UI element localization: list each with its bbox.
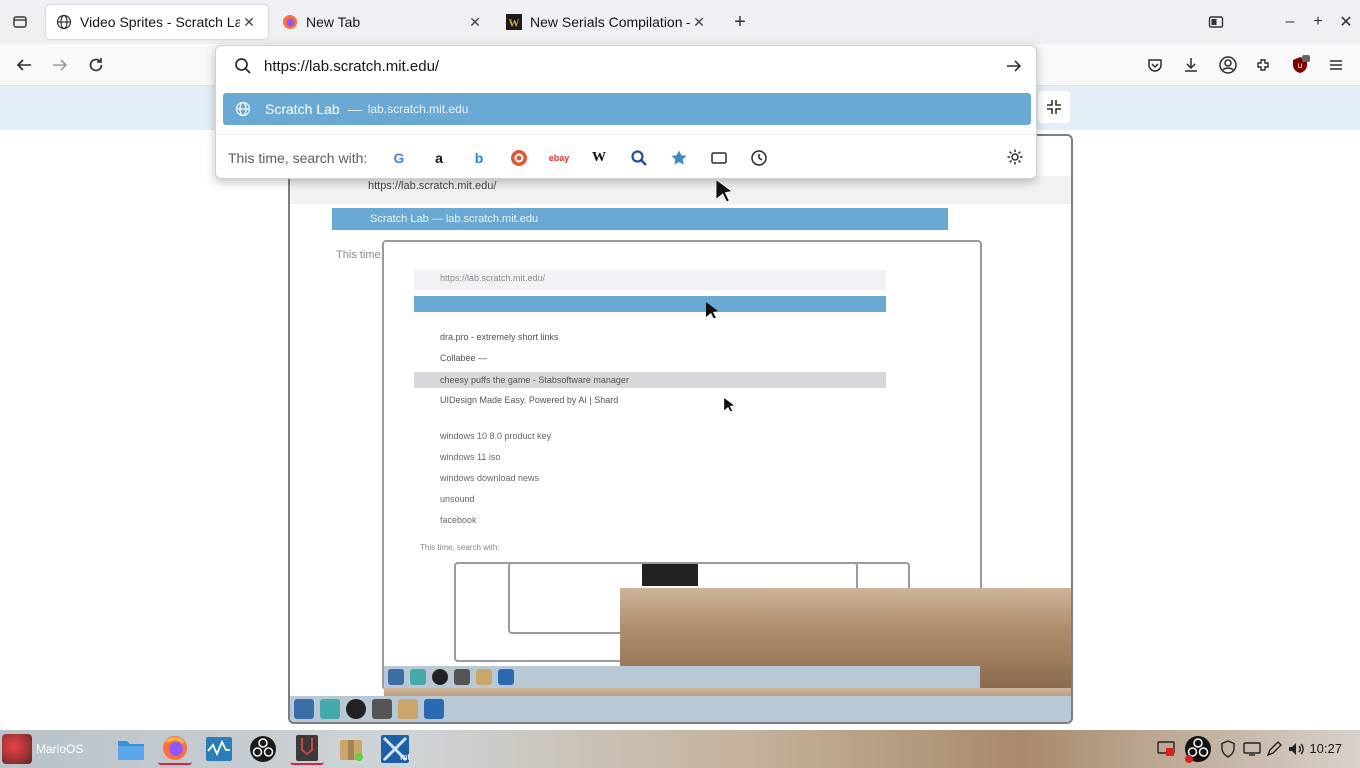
svg-text:W: W [509, 18, 520, 30]
nested-suggestion: Scratch Lab — lab.scratch.mit.edu [370, 213, 539, 225]
tab-title: New Serials Compilation — [530, 14, 690, 30]
pen-icon[interactable] [1264, 739, 1284, 759]
tab-title: New Tab [306, 14, 361, 30]
search-engine-icon[interactable] [628, 147, 650, 169]
duckduckgo-icon[interactable] [508, 147, 530, 169]
oneoff-label: This time, search with: [228, 149, 368, 166]
close-tab-icon[interactable]: ✕ [466, 14, 484, 31]
archive-icon[interactable] [334, 733, 368, 765]
pocket-icon[interactable] [1142, 52, 1168, 78]
stage-video-preview[interactable]: https://lab.scratch.mit.edu/ Scratch Lab… [288, 134, 1073, 724]
maximize-button[interactable]: + [1306, 10, 1330, 34]
shield-icon[interactable] [1218, 739, 1238, 759]
os-taskbar: MarioOS mt 10:27 [0, 730, 1360, 768]
suggestion-title: Scratch Lab [265, 101, 340, 117]
ublock-origin-icon[interactable]: u [1287, 52, 1313, 78]
firefox-icon[interactable] [158, 733, 192, 765]
globe-icon [56, 14, 72, 30]
search-icon [234, 57, 252, 80]
nested-suggestion-highlight-2 [414, 296, 886, 312]
oneoff-search-row: This time, search with: [216, 134, 1036, 180]
account-icon[interactable] [1215, 52, 1241, 78]
suggestion-row[interactable]: Scratch Lab — lab.scratch.mit.edu [223, 93, 1031, 125]
wikipedia-icon[interactable]: W [588, 147, 610, 169]
tab-new-tab[interactable]: New Tab ✕ [272, 5, 494, 39]
history-item: UIDesign Made Easy. Powered by AI | Shar… [440, 395, 619, 405]
suggestion-separator: — [347, 101, 362, 117]
w-logo-icon: W [506, 14, 522, 30]
svg-text:mt: mt [400, 752, 410, 762]
start-label: MarioOS [36, 742, 84, 756]
mouse-cursor-icon [715, 178, 733, 206]
exit-fullscreen-icon[interactable] [1038, 91, 1070, 123]
obs-tray-icon[interactable] [1184, 735, 1212, 763]
reload-icon[interactable] [83, 52, 109, 78]
nested-url-small: https://lab.scratch.mit.edu/ [440, 273, 546, 283]
url-input[interactable] [264, 55, 964, 77]
deep-screen [642, 564, 698, 586]
tab-title: Video Sprites - Scratch Lab [80, 14, 240, 30]
bookmark-star-icon[interactable] [668, 147, 690, 169]
nested-taskbar [384, 666, 980, 688]
obs-icon[interactable] [246, 733, 280, 765]
os-logo-icon [2, 734, 32, 764]
bing-icon[interactable]: b [468, 147, 490, 169]
forward-icon[interactable] [47, 52, 73, 78]
tab-video-sprites[interactable]: Video Sprites - Scratch Lab ✕ [46, 5, 268, 39]
suggestion-url: lab.scratch.mit.edu [367, 102, 469, 116]
urlbar-dropdown: Scratch Lab — lab.scratch.mit.edu This t… [215, 45, 1037, 179]
amazon-icon[interactable]: a [428, 147, 450, 169]
tabs-icon[interactable] [708, 147, 730, 169]
nested-taskbar [290, 696, 1071, 722]
menu-icon[interactable] [1323, 52, 1349, 78]
list-all-tabs-icon[interactable] [8, 10, 32, 34]
firefox-view-icon[interactable] [1204, 10, 1228, 34]
cursor-icon [724, 398, 734, 416]
history-item: cheesy puffs the game - Stabsoftware man… [440, 375, 629, 385]
mt-app-icon[interactable]: mt [378, 733, 412, 765]
screen-share-icon[interactable] [1156, 739, 1176, 759]
ebay-icon[interactable]: ebay [544, 147, 574, 169]
recent-search: windows download news [440, 473, 540, 483]
close-tab-icon[interactable]: ✕ [240, 14, 258, 31]
clock[interactable]: 10:27 [1309, 741, 1342, 756]
urlbar-row [216, 46, 1036, 86]
terminal-icon[interactable] [290, 733, 324, 765]
history-item: Collabee — [440, 353, 488, 363]
extensions-icon[interactable] [1251, 52, 1277, 78]
firefox-icon [282, 14, 298, 30]
globe-icon [235, 101, 251, 117]
recent-search: facebook [440, 515, 477, 525]
volume-icon[interactable] [1286, 739, 1306, 759]
close-tab-icon[interactable]: ✕ [690, 14, 708, 31]
nested-oneoff-small: This time, search with: [420, 543, 500, 552]
close-window-button[interactable]: ✕ [1334, 10, 1358, 34]
recent-search: windows 10 8.0 product key [440, 431, 552, 441]
cursor-icon [706, 302, 718, 323]
svg-text:u: u [1298, 61, 1302, 70]
display-icon[interactable] [1242, 739, 1262, 759]
tab-new-serials[interactable]: W New Serials Compilation — ✕ [496, 5, 718, 39]
new-tab-button[interactable]: + [728, 10, 752, 34]
nested-url: https://lab.scratch.mit.edu/ [368, 180, 497, 192]
go-arrow-icon[interactable] [1002, 54, 1026, 78]
files-icon[interactable] [114, 733, 148, 765]
google-icon[interactable]: G [388, 147, 410, 169]
downloads-icon[interactable] [1178, 52, 1204, 78]
history-icon[interactable] [748, 147, 770, 169]
start-menu-button[interactable]: MarioOS [2, 732, 83, 766]
recent-search: windows 11 iso [440, 452, 501, 462]
tab-strip: Video Sprites - Scratch Lab ✕ New Tab ✕ … [0, 0, 1360, 44]
system-monitor-icon[interactable] [202, 733, 236, 765]
back-icon[interactable] [11, 52, 37, 78]
history-item: dra.pro - extremely short links [440, 332, 559, 342]
minimize-button[interactable]: – [1278, 10, 1302, 34]
search-settings-gear-icon[interactable] [1004, 146, 1026, 168]
recent-search: unsound [440, 494, 475, 504]
